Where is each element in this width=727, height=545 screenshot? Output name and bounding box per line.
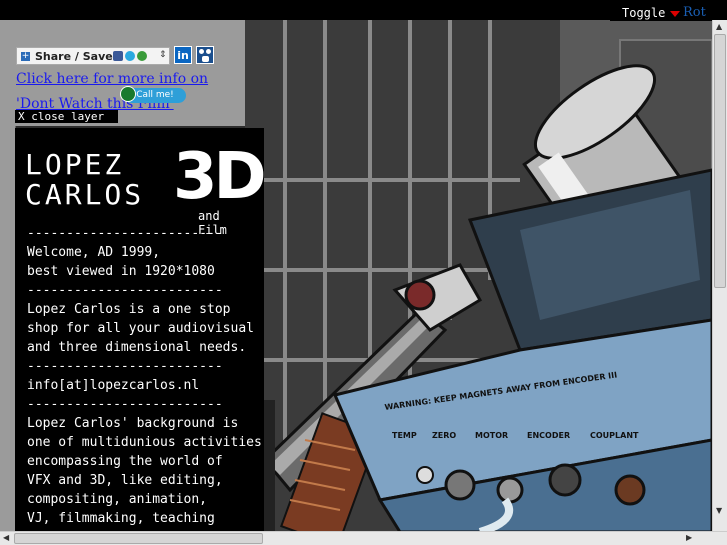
linkedin-icon[interactable]: in	[174, 46, 192, 64]
myspace-icon[interactable]	[196, 46, 214, 64]
updown-arrows-icon: ⇕	[159, 50, 167, 60]
logo-3d: 3D	[173, 140, 264, 214]
svg-text:ZERO: ZERO	[432, 431, 456, 440]
share-icons	[113, 51, 147, 61]
close-layer-button[interactable]: X close layer	[15, 110, 118, 123]
twitter-icon	[125, 51, 135, 61]
site-logo: LOPEZ CARLOS 3D and Film	[25, 142, 264, 237]
phone-icon	[120, 86, 136, 102]
intro-text: ------------------------- Welcome, AD 19…	[27, 226, 262, 526]
rot-text: Rot	[683, 5, 706, 20]
logo-lopez: LOPEZ	[25, 148, 125, 181]
call-me-button[interactable]: Call me!	[120, 86, 186, 103]
toggle-label: Toggle	[622, 6, 666, 20]
scroll-right-icon[interactable]: ▶	[686, 533, 692, 542]
scroll-down-icon[interactable]: ▼	[716, 506, 722, 515]
plus-icon: +	[21, 51, 30, 61]
vertical-scroll-thumb[interactable]	[714, 34, 726, 288]
svg-text:ENCODER: ENCODER	[527, 431, 570, 440]
svg-text:MOTOR: MOTOR	[475, 431, 508, 440]
vertical-scrollbar[interactable]: ▲ ▼	[712, 20, 727, 532]
share-green-icon	[137, 51, 147, 61]
share-label: Share / Save	[35, 50, 113, 63]
scroll-up-icon[interactable]: ▲	[716, 22, 722, 31]
left-strip	[0, 20, 16, 532]
toggle-control[interactable]: Toggle Rot	[610, 3, 727, 21]
horizontal-scrollbar[interactable]: ◀ ▶	[0, 531, 727, 545]
dropdown-arrow-icon	[670, 11, 680, 17]
svg-text:COUPLANT: COUPLANT	[590, 431, 639, 440]
horizontal-scroll-thumb[interactable]	[14, 533, 263, 544]
facebook-icon	[113, 51, 123, 61]
scroll-left-icon[interactable]: ◀	[3, 533, 9, 542]
share-save-button[interactable]: + Share / Save ⇕	[16, 47, 170, 65]
logo-carlos: CARLOS	[25, 178, 145, 211]
call-me-label: Call me!	[136, 90, 174, 100]
svg-text:TEMP: TEMP	[392, 431, 417, 440]
content-panel: LOPEZ CARLOS 3D and Film ---------------…	[15, 128, 264, 532]
